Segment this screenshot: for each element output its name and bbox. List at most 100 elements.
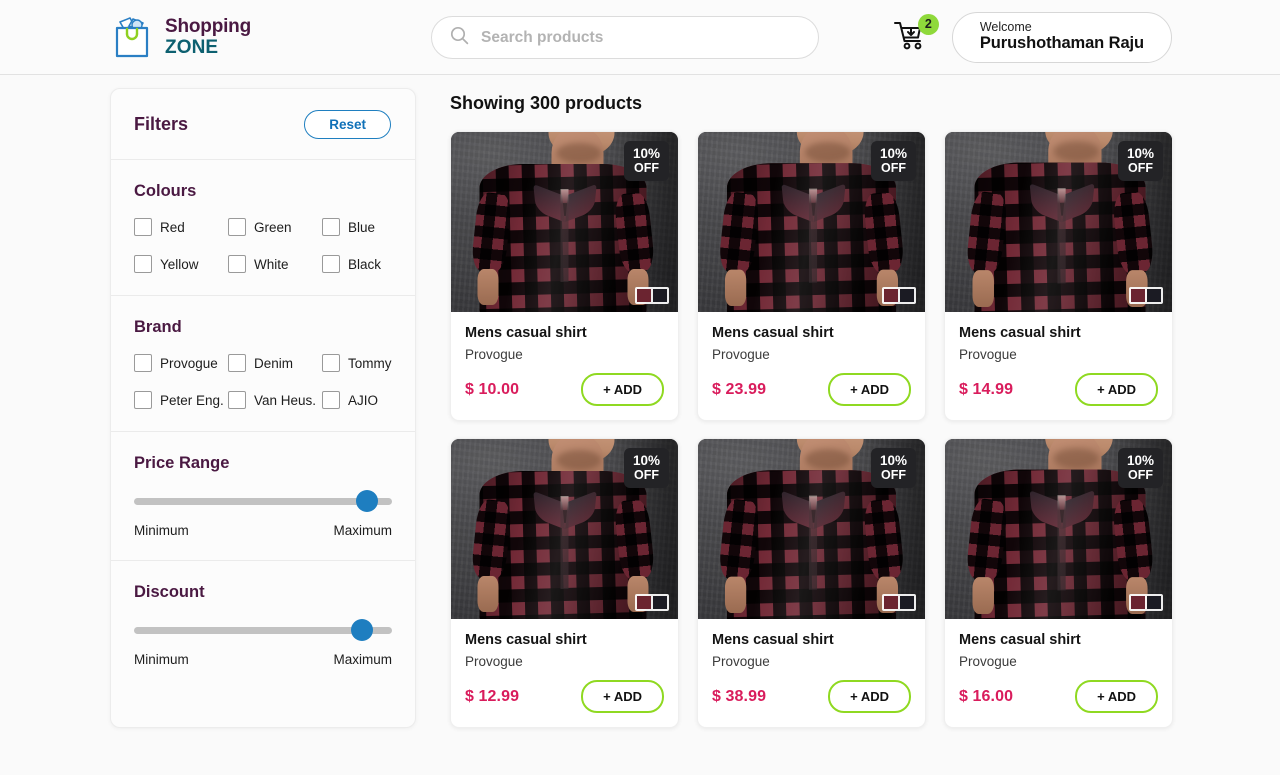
user-name: Purushothaman Raju <box>979 34 1144 53</box>
colour-option-yellow[interactable]: Yellow <box>134 255 228 273</box>
product-card[interactable]: 10% OFF Mens casual shirt Provogue $ 38.… <box>697 438 926 728</box>
brand-option-peter-eng[interactable]: Peter Eng. <box>134 391 228 409</box>
product-name: Mens casual shirt <box>959 632 1081 648</box>
colour-swatch[interactable] <box>900 289 914 302</box>
colour-option-white[interactable]: White <box>228 255 322 273</box>
product-card[interactable]: 10% OFF Mens casual shirt Provogue $ 23.… <box>697 131 926 421</box>
colour-swatches[interactable] <box>635 287 669 304</box>
colour-option-red[interactable]: Red <box>134 218 228 236</box>
colour-swatch[interactable] <box>1147 289 1161 302</box>
product-price-row: $ 23.99 + ADD <box>712 373 911 406</box>
model-forearm-left <box>725 269 747 306</box>
colour-swatches[interactable] <box>635 594 669 611</box>
checkbox-red[interactable] <box>134 218 152 236</box>
product-image[interactable]: 10% OFF <box>698 132 925 312</box>
filters-title: Filters <box>134 114 189 134</box>
discount-max-label: Maximum <box>333 652 392 667</box>
price-range-labels: Minimum Maximum <box>134 523 392 538</box>
checkbox-ajio[interactable] <box>322 391 340 409</box>
brand-logo-link[interactable]: Shopping ZONE <box>110 14 251 60</box>
add-to-cart-button[interactable]: + ADD <box>1075 680 1158 713</box>
user-account-button[interactable]: Welcome Purushothaman Raju <box>951 12 1172 63</box>
discount-thumb[interactable] <box>351 619 373 641</box>
model-chin-shade <box>804 141 851 162</box>
brand-line-zone: ZONE <box>165 37 219 58</box>
brand-options: Provogue Denim Tommy Peter Eng. Van Heus… <box>134 354 392 409</box>
checkbox-denim[interactable] <box>228 354 246 372</box>
brand-option-provogue[interactable]: Provogue <box>134 354 228 372</box>
colour-option-black[interactable]: Black <box>322 255 392 273</box>
product-image[interactable]: 10% OFF <box>698 439 925 619</box>
discount-slider[interactable] <box>134 619 392 641</box>
colour-swatch[interactable] <box>1131 596 1145 609</box>
product-price: $ 12.99 <box>465 687 520 705</box>
colour-label-white: White <box>254 256 289 272</box>
add-to-cart-button[interactable]: + ADD <box>1075 373 1158 406</box>
product-price: $ 14.99 <box>959 380 1014 398</box>
colour-swatch[interactable] <box>637 289 651 302</box>
checkbox-peter-eng[interactable] <box>134 391 152 409</box>
product-name: Mens casual shirt <box>959 325 1081 341</box>
add-to-cart-button[interactable]: + ADD <box>581 680 664 713</box>
colour-swatch[interactable] <box>637 596 651 609</box>
colour-swatches[interactable] <box>882 594 916 611</box>
product-card[interactable]: 10% OFF Mens casual shirt Provogue $ 12.… <box>450 438 679 728</box>
model-forearm-left <box>477 575 499 612</box>
product-price-row: $ 14.99 + ADD <box>959 373 1158 406</box>
colour-swatches[interactable] <box>1129 287 1163 304</box>
checkbox-van-heus[interactable] <box>228 391 246 409</box>
checkbox-white[interactable] <box>228 255 246 273</box>
checkbox-green[interactable] <box>228 218 246 236</box>
product-image[interactable]: 10% OFF <box>945 132 1172 312</box>
colour-swatch[interactable] <box>1147 596 1161 609</box>
search-bar[interactable] <box>431 16 819 59</box>
colour-swatches[interactable] <box>882 287 916 304</box>
price-range-track[interactable] <box>134 497 392 505</box>
colour-option-green[interactable]: Green <box>228 218 322 236</box>
product-card[interactable]: 10% OFF Mens casual shirt Provogue $ 14.… <box>944 131 1173 421</box>
product-card[interactable]: 10% OFF Mens casual shirt Provogue $ 16.… <box>944 438 1173 728</box>
discount-percent: 10% <box>879 146 907 161</box>
colour-swatches[interactable] <box>1129 594 1163 611</box>
colour-option-blue[interactable]: Blue <box>322 218 392 236</box>
checkbox-provogue[interactable] <box>134 354 152 372</box>
add-to-cart-button[interactable]: + ADD <box>828 680 911 713</box>
cart-count-badge: 2 <box>917 13 939 35</box>
search-input[interactable] <box>481 28 800 47</box>
product-image[interactable]: 10% OFF <box>945 439 1172 619</box>
product-image[interactable]: 10% OFF <box>451 439 678 619</box>
product-card[interactable]: 10% OFF Mens casual shirt Provogue $ 10.… <box>450 131 679 421</box>
price-range-slider[interactable] <box>134 490 392 512</box>
colour-swatch[interactable] <box>900 596 914 609</box>
price-range-max-label: Maximum <box>333 523 392 538</box>
brand-option-van-heus[interactable]: Van Heus. <box>228 391 322 409</box>
checkbox-black[interactable] <box>322 255 340 273</box>
price-range-thumb[interactable] <box>356 490 378 512</box>
product-info: Mens casual shirt Provogue $ 12.99 + ADD <box>451 619 678 727</box>
cart-button[interactable]: 2 <box>889 13 939 58</box>
product-brand: Provogue <box>959 347 1017 362</box>
checkbox-blue[interactable] <box>322 218 340 236</box>
add-to-cart-button[interactable]: + ADD <box>581 373 664 406</box>
filters-panel: Filters Reset Colours Red Green Blue Yel… <box>110 88 416 728</box>
product-info: Mens casual shirt Provogue $ 10.00 + ADD <box>451 312 678 420</box>
colour-swatch[interactable] <box>653 596 667 609</box>
colour-swatch[interactable] <box>884 289 898 302</box>
brand-name: Shopping ZONE <box>165 17 251 57</box>
add-to-cart-button[interactable]: + ADD <box>828 373 911 406</box>
brand-option-ajio[interactable]: AJIO <box>322 391 392 409</box>
colour-swatch[interactable] <box>1131 289 1145 302</box>
reset-filters-button[interactable]: Reset <box>304 110 391 139</box>
checkbox-yellow[interactable] <box>134 255 152 273</box>
app-header: Shopping ZONE 2 <box>0 0 1280 75</box>
product-image[interactable]: 10% OFF <box>451 132 678 312</box>
discount-min-label: Minimum <box>134 652 189 667</box>
brand-option-denim[interactable]: Denim <box>228 354 322 372</box>
colour-swatch[interactable] <box>653 289 667 302</box>
model-chin-shade <box>556 449 602 470</box>
brand-option-tommy[interactable]: Tommy <box>322 354 392 372</box>
discount-badge: 10% OFF <box>870 141 916 182</box>
checkbox-tommy[interactable] <box>322 354 340 372</box>
discount-badge: 10% OFF <box>623 141 669 182</box>
colour-swatch[interactable] <box>884 596 898 609</box>
